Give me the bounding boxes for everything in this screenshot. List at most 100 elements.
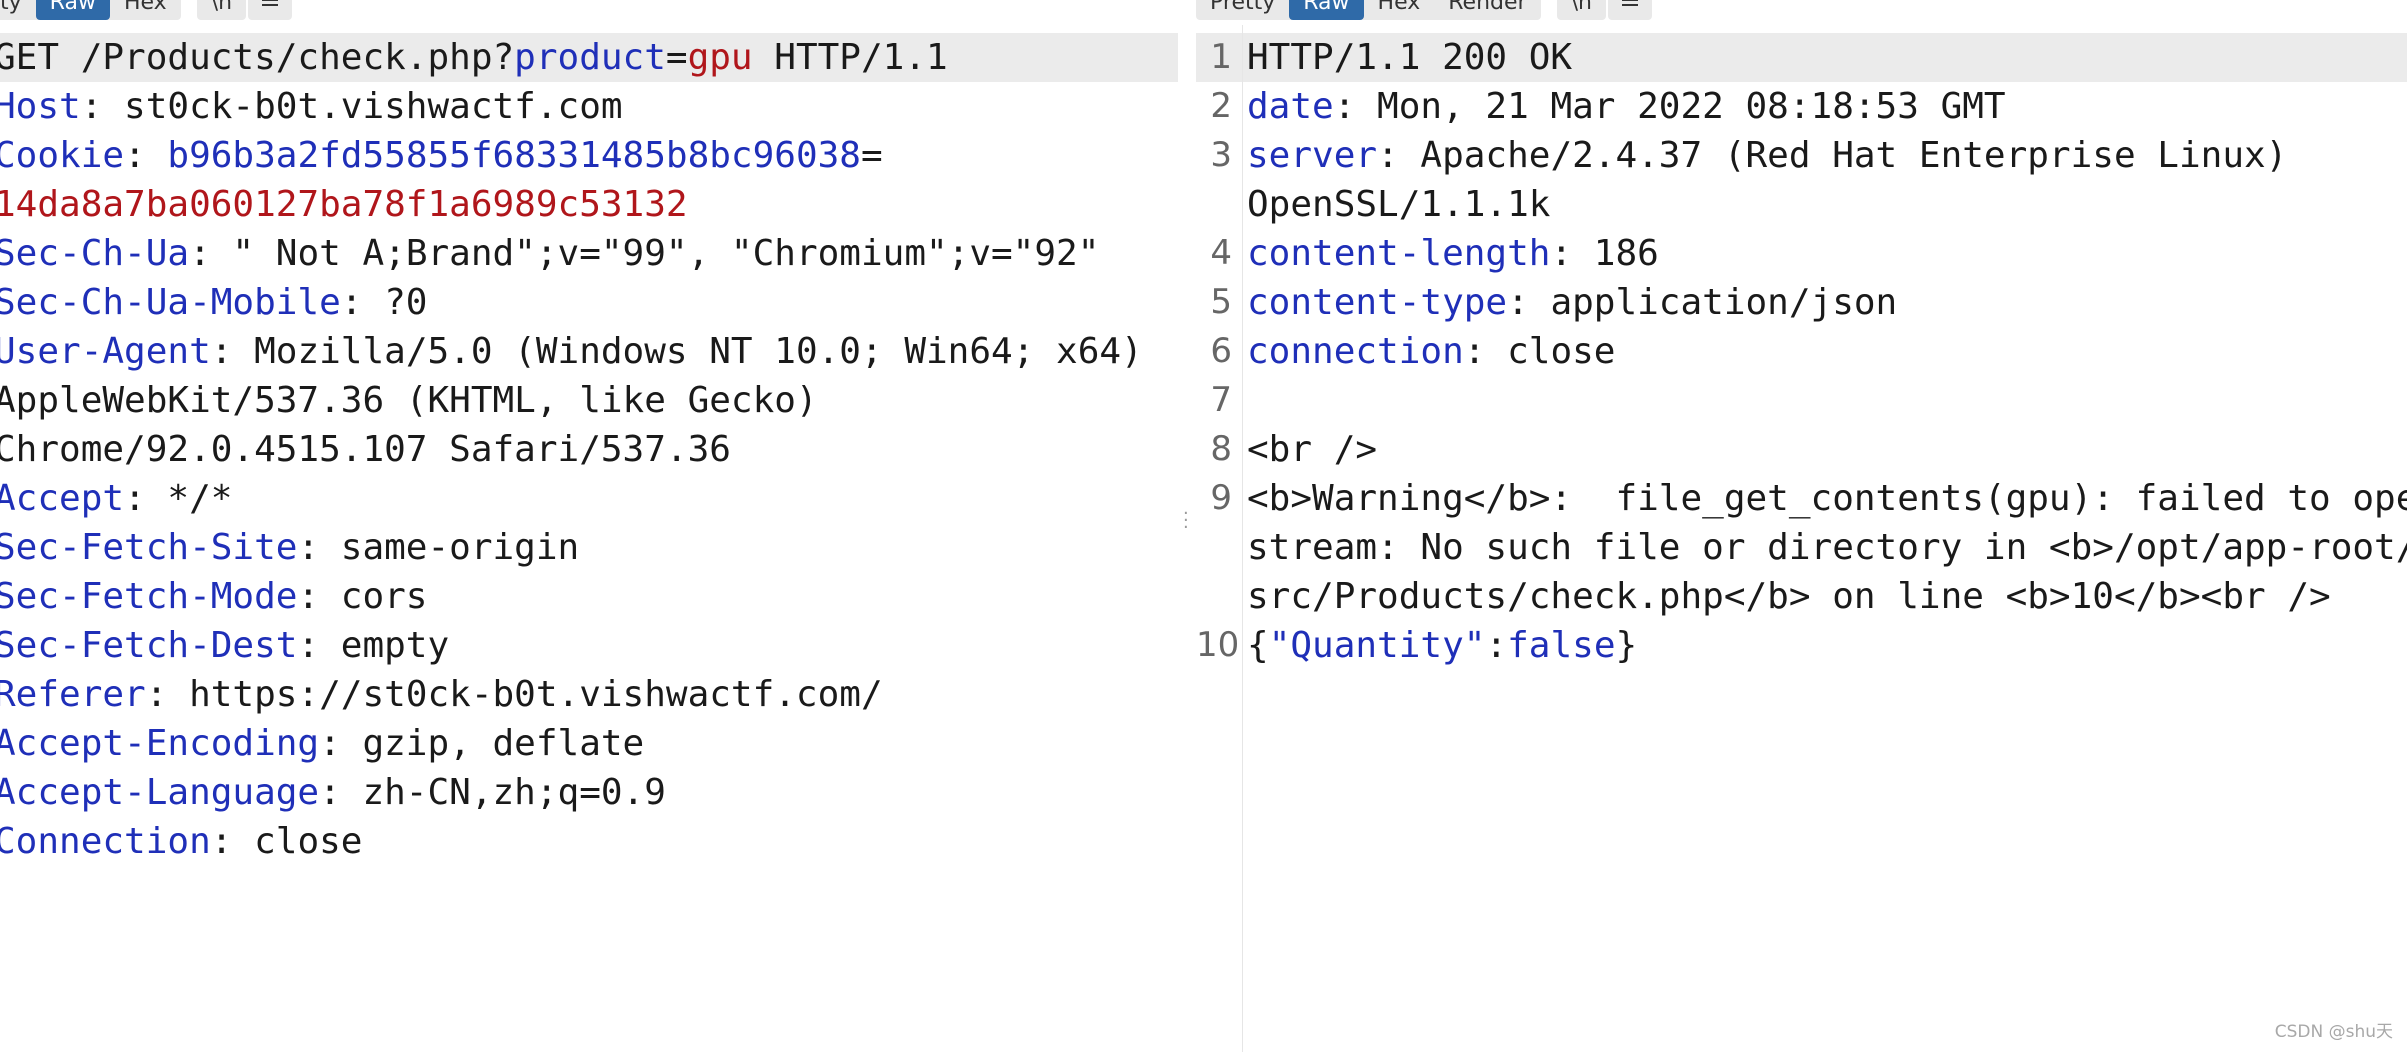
text-token: : st0ck-b0t.vishwactf.com (80, 86, 623, 127)
syntax-name-token: User-Agent (0, 331, 211, 372)
response-line: src/Products/check.php</b> on line <b>10… (1196, 572, 2407, 621)
response-view-mode-group: Pretty Raw Hex Render (1196, 0, 1541, 20)
request-line: Accept: */* (0, 474, 1178, 523)
response-line: 3 server: Apache/2.4.37 (Red Hat Enterpri… (1196, 131, 2407, 180)
text-token: AppleWebKit/537.36 (KHTML, like Gecko) (0, 380, 818, 421)
request-line: User-Agent: Mozilla/5.0 (Windows NT 10.0… (0, 327, 1178, 376)
response-line: stream: No such file or directory in <b>… (1196, 523, 2407, 572)
response-line: 8 <br /> (1196, 425, 2407, 474)
response-line: 5 content-type: application/json (1196, 278, 2407, 327)
text-token: { (1247, 625, 1269, 666)
request-editor[interactable]: GET /Products/check.php?product=gpu HTTP… (0, 33, 1178, 866)
request-line: Sec-Fetch-Site: same-origin (0, 523, 1178, 572)
line-number-gutter-border (1242, 25, 1243, 1052)
syntax-name-token: content-length (1247, 233, 1551, 274)
line-number: 8 (1210, 429, 1232, 469)
syntax-name-token: false (1507, 625, 1616, 666)
line-text: content-length: 186 (1247, 229, 1659, 278)
text-token: : same-origin (297, 527, 580, 568)
request-line: Accept-Language: zh-CN,zh;q=0.9 (0, 768, 1178, 817)
line-text: stream: No such file or directory in <b>… (1247, 523, 2407, 572)
text-token: : (124, 135, 168, 176)
text-token: : application/json (1507, 282, 1898, 323)
syntax-name-token: Cookie (0, 135, 125, 176)
response-line: 10 {"Quantity":false} (1196, 621, 2407, 670)
response-menu-button[interactable] (1607, 0, 1652, 20)
syntax-name-token: connection (1247, 331, 1464, 372)
syntax-name-token: Accept-Language (0, 772, 320, 813)
text-token: = (665, 37, 688, 78)
pane-splitter[interactable]: · · · (1178, 0, 1196, 1052)
text-token: } (1615, 625, 1638, 666)
drag-handle-icon[interactable]: · · · (1183, 505, 1189, 537)
response-render-tab[interactable]: Render (1434, 0, 1540, 20)
syntax-name-token: Sec-Ch-Ua (0, 233, 190, 274)
line-number: 1 (1210, 37, 1232, 77)
line-number: 4 (1210, 233, 1232, 273)
request-line: Sec-Ch-Ua-Mobile: ?0 (0, 278, 1178, 327)
request-line: Referer: https://st0ck-b0t.vishwactf.com… (0, 670, 1178, 719)
syntax-name-token: Sec-Fetch-Mode (0, 576, 298, 617)
text-token: GET /Products/check.php? (0, 37, 515, 78)
text-token: OpenSSL/1.1.1k (1247, 184, 1551, 225)
response-editor[interactable]: 1 HTTP/1.1 200 OK 2 date: Mon, 21 Mar 2022 … (1196, 33, 2407, 670)
request-line: GET /Products/check.php?product=gpu HTTP… (0, 33, 1178, 82)
text-token: : (1485, 625, 1508, 666)
text-token: <b>Warning</b>: file_get_contents(gpu): … (1247, 478, 2407, 519)
watermark: CSDN @shu天 (2274, 1022, 2393, 1042)
line-number: 2 (1210, 86, 1232, 126)
syntax-name-token: Connection (0, 821, 211, 862)
syntax-name-token: Sec-Fetch-Dest (0, 625, 298, 666)
request-line: Cookie: b96b3a2fd55855f68331485b8bc96038… (0, 131, 1178, 180)
response-line: 6 connection: close (1196, 327, 2407, 376)
line-text: src/Products/check.php</b> on line <b>10… (1247, 572, 2331, 621)
line-number: 7 (1210, 380, 1232, 420)
syntax-name-token: Sec-Ch-Ua-Mobile (0, 282, 341, 323)
response-view-toolbar: Pretty Raw Hex Render \n (1196, 0, 1652, 20)
line-text: <b>Warning</b>: file_get_contents(gpu): … (1247, 474, 2407, 523)
request-pretty-tab[interactable]: ty (0, 0, 36, 20)
text-token: : Mon, 21 Mar 2022 08:18:53 GMT (1333, 86, 2006, 127)
text-token: = (860, 135, 883, 176)
syntax-name-token: Host (0, 86, 81, 127)
response-pretty-tab[interactable]: Pretty (1196, 0, 1289, 20)
request-pane[interactable]: ty Raw Hex \n GET /Products/check.php?pr… (0, 0, 1178, 1052)
response-line: 9 <b>Warning</b>: file_get_contents(gpu):… (1196, 474, 2407, 523)
text-token: Chrome/92.0.4515.107 Safari/537.36 (0, 429, 731, 470)
syntax-value-token: gpu (687, 37, 753, 78)
text-token: : cors (297, 576, 428, 617)
request-newline-toggle[interactable]: \n (196, 0, 247, 20)
syntax-name-token: date (1247, 86, 1334, 127)
request-menu-button[interactable] (248, 0, 293, 20)
text-token: : Apache/2.4.37 (Red Hat Enterprise Linu… (1377, 135, 2288, 176)
response-line: 2 date: Mon, 21 Mar 2022 08:18:53 GMT (1196, 82, 2407, 131)
request-line: Host: st0ck-b0t.vishwactf.com (0, 82, 1178, 131)
line-text: {"Quantity":false} (1247, 621, 1637, 670)
text-token: : zh-CN,zh;q=0.9 (319, 772, 666, 813)
text-token: : close (210, 821, 363, 862)
syntax-name-token: Accept (0, 478, 125, 519)
response-raw-tab[interactable]: Raw (1289, 0, 1364, 20)
request-line: Connection: close (0, 817, 1178, 866)
text-token: : close (1463, 331, 1616, 372)
response-pane[interactable]: Pretty Raw Hex Render \n 1 HTTP/1.1 200 O… (1196, 0, 2407, 1052)
text-token: <br /> (1247, 429, 1378, 470)
request-hex-tab[interactable]: Hex (110, 0, 181, 20)
line-number: 3 (1210, 135, 1232, 175)
text-token: : empty (297, 625, 450, 666)
text-token: : ?0 (340, 282, 428, 323)
syntax-name-token: content-type (1247, 282, 1508, 323)
response-hex-tab[interactable]: Hex (1364, 0, 1435, 20)
request-line: Chrome/92.0.4515.107 Safari/537.36 (0, 425, 1178, 474)
request-raw-tab[interactable]: Raw (35, 0, 110, 20)
syntax-name-token: Referer (0, 674, 146, 715)
line-text: connection: close (1247, 327, 1615, 376)
request-line: AppleWebKit/537.36 (KHTML, like Gecko) (0, 376, 1178, 425)
request-view-mode-group: ty Raw Hex (0, 0, 181, 20)
syntax-value-token: 14da8a7ba060127ba78f1a6989c53132 (0, 184, 688, 225)
syntax-name-token: product (514, 37, 666, 78)
response-newline-toggle[interactable]: \n (1556, 0, 1606, 20)
request-line: Sec-Fetch-Dest: empty (0, 621, 1178, 670)
request-line: Sec-Fetch-Mode: cors (0, 572, 1178, 621)
text-token: : gzip, deflate (319, 723, 645, 764)
